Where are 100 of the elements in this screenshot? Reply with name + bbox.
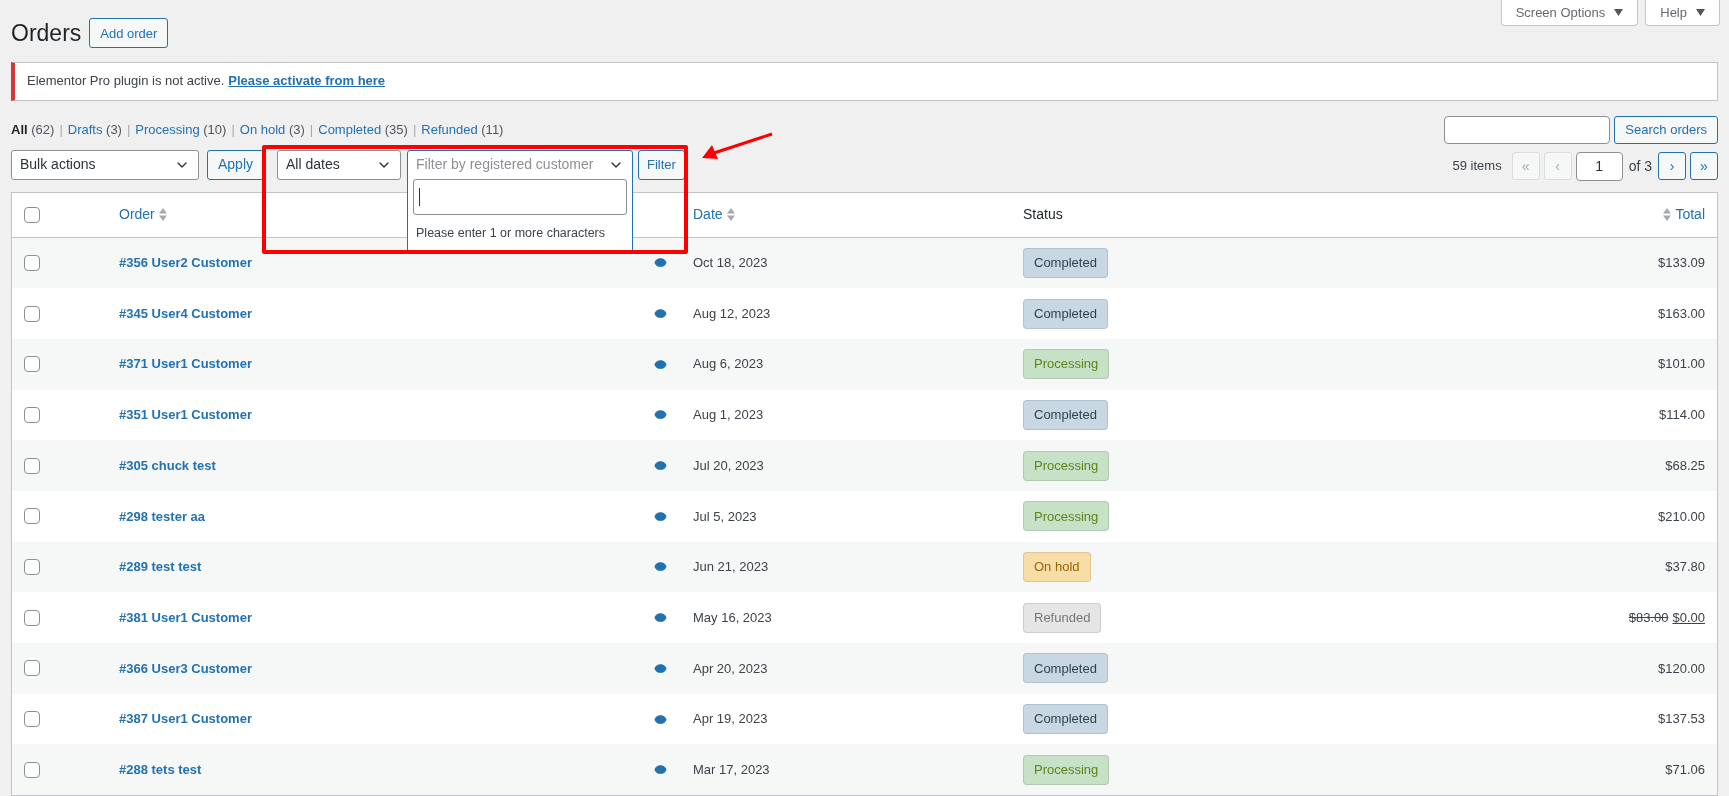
eye-icon[interactable] (654, 763, 667, 777)
search-orders-button[interactable]: Search orders (1614, 115, 1718, 144)
order-link[interactable]: #351 User1 Customer (119, 405, 654, 425)
status-filter-link[interactable]: Drafts (3) (67, 119, 122, 140)
column-header[interactable]: Order (119, 204, 155, 225)
order-link[interactable]: #387 User1 Customer (119, 709, 654, 729)
status-badge: Processing (1023, 349, 1110, 380)
eye-icon[interactable] (654, 661, 667, 675)
order-link[interactable]: #289 test test (119, 557, 654, 577)
status-badge: Completed (1023, 399, 1108, 430)
row-checkbox[interactable] (24, 660, 40, 677)
date-select[interactable]: All dates (277, 149, 402, 180)
status-badge: On hold (1023, 551, 1091, 582)
help-tab[interactable]: Help (1645, 0, 1720, 26)
order-date: Mar 17, 2023 (693, 760, 771, 779)
order-date: Aug 6, 2023 (693, 355, 765, 374)
order-link[interactable]: #298 tester aa (119, 506, 654, 527)
order-date: Apr 19, 2023 (693, 710, 769, 729)
status-filter-link[interactable]: On hold (3) (239, 119, 305, 140)
order-link[interactable]: #381 User1 Customer (119, 607, 654, 628)
order-link[interactable]: #288 tets test (119, 759, 654, 780)
status-badge: Completed (1023, 653, 1108, 684)
order-total: $101.00 (1658, 355, 1705, 374)
eye-icon[interactable] (654, 560, 667, 574)
row-checkbox[interactable] (24, 761, 40, 778)
pagination-button[interactable]: › (1658, 152, 1686, 180)
screen-options-tab[interactable]: Screen Options (1500, 0, 1639, 26)
order-link[interactable]: #345 User4 Customer (119, 303, 654, 324)
order-link[interactable]: #356 User2 Customer (119, 253, 654, 273)
column-header[interactable]: Date (693, 204, 723, 225)
row-checkbox[interactable] (24, 406, 40, 423)
status-filter-link[interactable]: Processing (10) (135, 119, 227, 140)
status-badge: Completed (1023, 704, 1108, 735)
status-badge: Processing (1023, 754, 1110, 785)
order-date: Jun 21, 2023 (693, 558, 770, 577)
eye-icon[interactable] (654, 509, 667, 523)
order-date: Oct 18, 2023 (693, 254, 769, 273)
pagination-button[interactable]: » (1690, 152, 1718, 180)
customer-search-field[interactable] (413, 178, 628, 215)
order-date: Jul 20, 2023 (693, 456, 765, 475)
order-total: $71.06 (1665, 760, 1705, 779)
status-badge: Completed (1023, 247, 1108, 278)
order-total: $210.00 (1658, 507, 1705, 526)
order-date: Jul 5, 2023 (693, 507, 758, 526)
caret-icon (1614, 9, 1624, 16)
status-badge: Refunded (1023, 602, 1102, 633)
order-date: Apr 20, 2023 (693, 659, 769, 678)
row-checkbox[interactable] (24, 254, 40, 271)
order-total: $163.00 (1658, 304, 1705, 323)
notice-text: Elementor Pro plugin is not active. (27, 72, 225, 91)
filter-button[interactable]: Filter (638, 149, 685, 180)
order-date: Aug 1, 2023 (693, 406, 765, 425)
eye-icon[interactable] (654, 307, 667, 321)
eye-icon[interactable] (654, 611, 667, 625)
original-total: $83.00 (1628, 608, 1669, 627)
separator: | (309, 120, 314, 139)
eye-icon[interactable] (654, 459, 667, 473)
dropdown-hint: Please enter 1 or more characters (415, 224, 606, 242)
status-badge: Processing (1023, 450, 1110, 481)
row-checkbox[interactable] (24, 305, 40, 322)
search-field[interactable] (1444, 115, 1611, 144)
bulk-actions-select[interactable]: Bulk actions (11, 149, 199, 180)
page-title: Orders (11, 19, 82, 48)
status-badge: Completed (1023, 298, 1108, 329)
caret-icon (1696, 9, 1705, 16)
text-cursor-icon (419, 187, 421, 206)
eye-icon[interactable] (654, 357, 667, 371)
order-date: Aug 12, 2023 (693, 304, 772, 323)
status-badge: Processing (1023, 501, 1110, 532)
eye-icon[interactable] (654, 256, 667, 270)
eye-icon[interactable] (654, 408, 667, 422)
status-filter-link[interactable]: Completed (35) (318, 119, 408, 140)
eye-icon[interactable] (654, 712, 667, 726)
status-filter-link[interactable]: Refunded (11) (421, 119, 504, 140)
order-link[interactable]: #371 User1 Customer (119, 354, 654, 374)
separator: | (231, 120, 235, 139)
order-total: $68.25 (1665, 456, 1705, 475)
row-checkbox[interactable] (24, 558, 40, 575)
order-link[interactable]: #366 User3 Customer (119, 658, 654, 679)
column-header[interactable]: Total (1675, 204, 1705, 225)
page-number-field[interactable]: 1 (1575, 151, 1623, 181)
order-total: $37.80 (1665, 558, 1705, 577)
column-header: Status (1023, 205, 1063, 224)
order-link[interactable]: #305 chuck test (119, 455, 654, 476)
customer-filter-select[interactable]: Filter by registered customer (407, 149, 634, 180)
separator: | (412, 120, 417, 139)
separator: | (126, 120, 131, 139)
add-order-button[interactable]: Add order (89, 18, 169, 49)
order-total: $114.00 (1658, 406, 1705, 425)
row-checkbox[interactable] (24, 356, 40, 373)
apply-button[interactable]: Apply (207, 149, 265, 180)
row-checkbox[interactable] (24, 508, 40, 525)
row-checkbox[interactable] (24, 609, 40, 626)
row-checkbox[interactable] (24, 711, 40, 728)
order-total: $137.53 (1658, 710, 1705, 729)
order-date: May 16, 2023 (693, 608, 773, 627)
row-checkbox[interactable] (24, 457, 40, 474)
activate-link[interactable]: Please activate from here (228, 71, 386, 91)
row-checkbox[interactable] (24, 206, 40, 223)
status-filter-link[interactable]: All (62) (11, 119, 55, 140)
